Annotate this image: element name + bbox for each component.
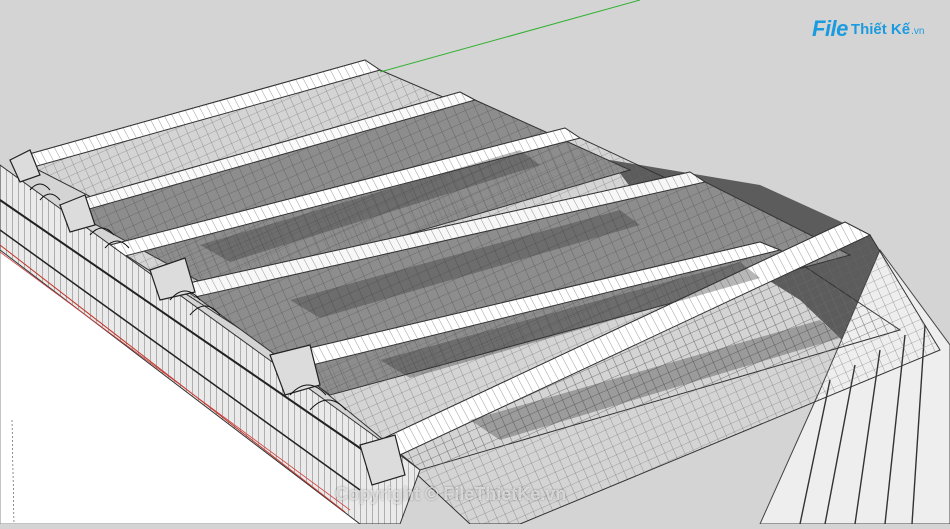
3d-model-viewport[interactable] [0,0,950,525]
logo-domain: .vn [911,25,925,37]
logo-text: Thiết Kế [850,20,911,38]
logo-icon: File [812,16,848,41]
model-render [0,0,950,525]
brand-logo[interactable]: File Thiết Kế .vn [812,12,944,46]
copyright-watermark: Copyright © FileThietKe.vn [335,484,567,504]
